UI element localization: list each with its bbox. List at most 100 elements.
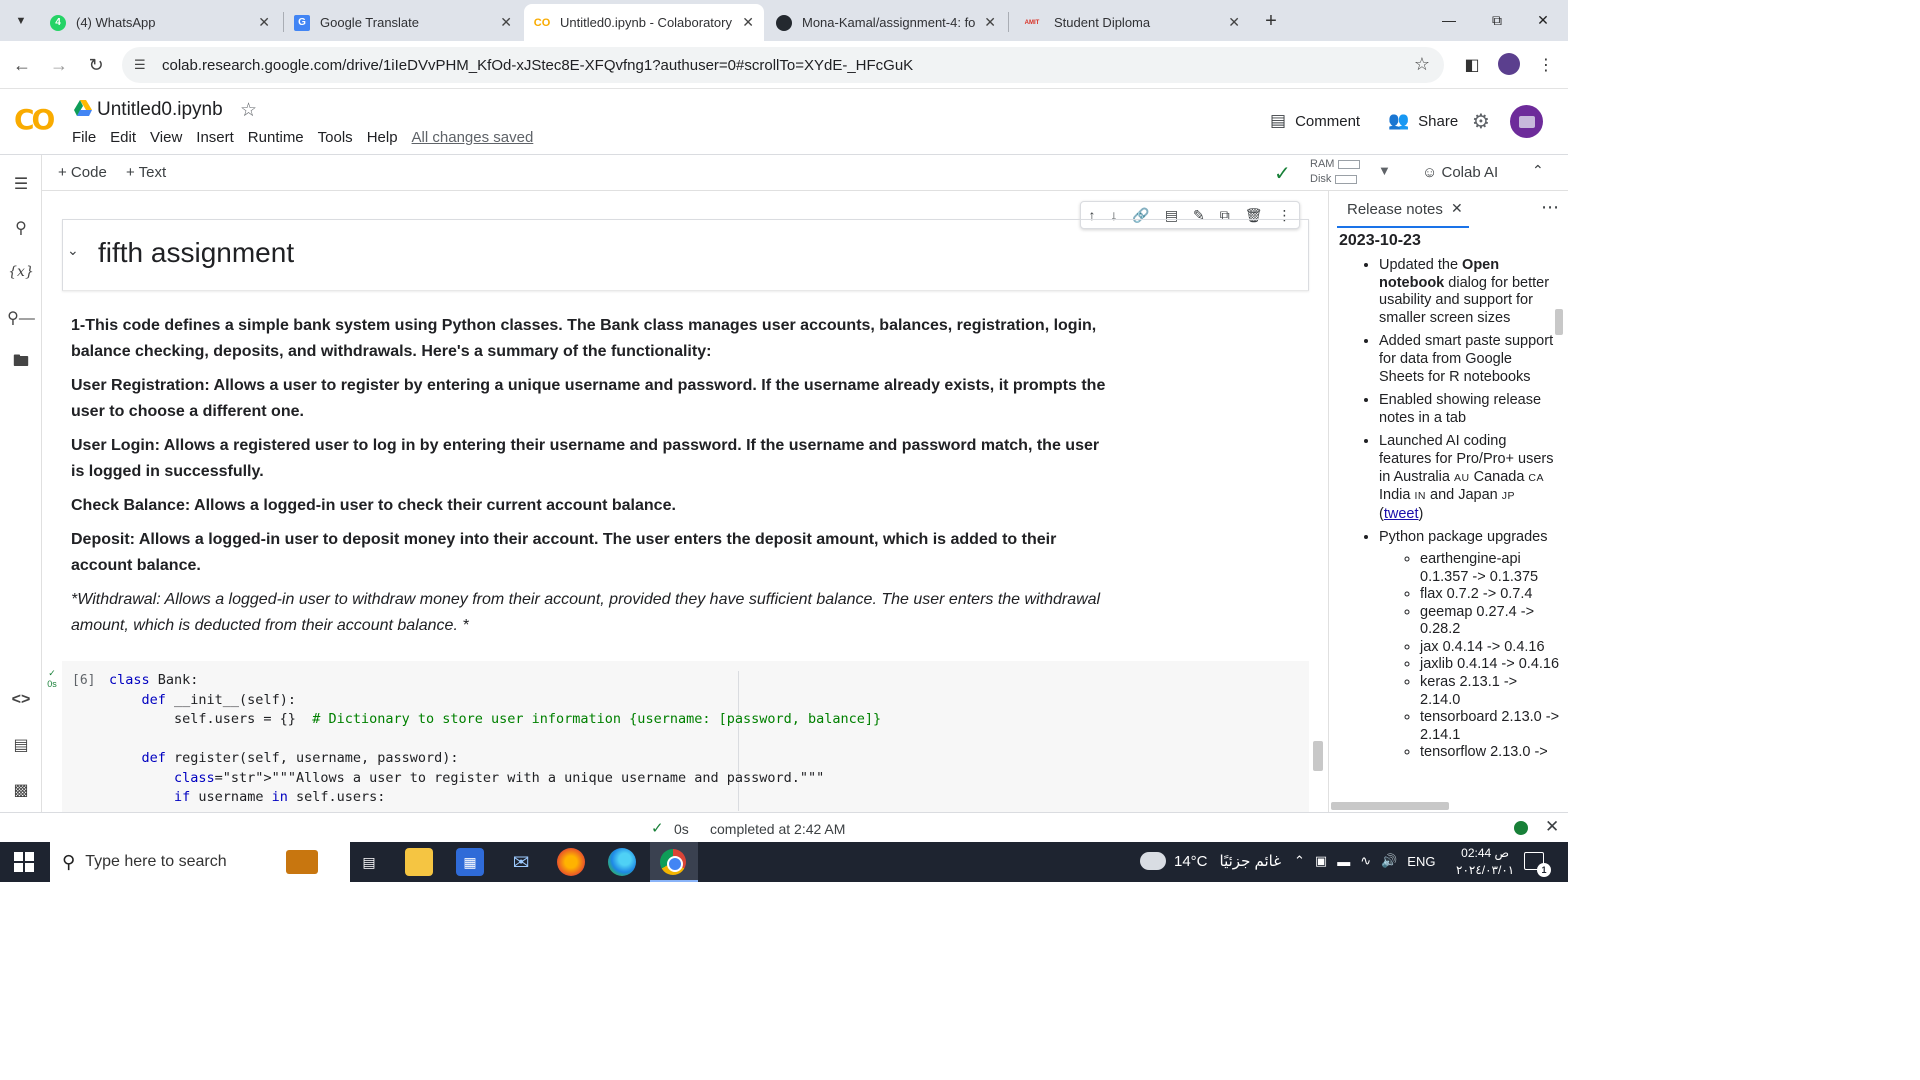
- tweet-link[interactable]: tweet: [1384, 506, 1419, 522]
- code-line[interactable]: if username in self.users:: [109, 788, 881, 808]
- status-message[interactable]: completed at 2:42 AM: [710, 821, 845, 837]
- search-icon[interactable]: ⚲: [8, 215, 34, 241]
- task-view-icon[interactable]: ▤: [355, 848, 383, 876]
- notification-center-icon[interactable]: 1: [1524, 852, 1551, 877]
- heading-text-cell[interactable]: ⌄ fifth assignment: [62, 219, 1309, 291]
- markdown-text-cell[interactable]: 1-This code defines a simple bank system…: [71, 313, 1111, 647]
- tab-google-translate[interactable]: G Google Translate ✕: [284, 4, 522, 41]
- variables-icon[interactable]: {x}: [8, 259, 34, 285]
- tab-close-icon[interactable]: ✕: [984, 14, 996, 31]
- code-editor[interactable]: class Bank: def __init__(self): self.use…: [109, 671, 881, 808]
- account-avatar[interactable]: [1510, 105, 1543, 138]
- star-icon[interactable]: ☆: [240, 99, 257, 122]
- runtime-status-dot-icon[interactable]: [1514, 821, 1528, 835]
- weather-widget[interactable]: 14°C غائم جزئيًا: [1136, 846, 1281, 870]
- meet-now-icon[interactable]: ▣: [1315, 853, 1327, 869]
- secrets-key-icon[interactable]: ⚲―: [7, 305, 35, 331]
- runtime-dropdown-icon[interactable]: ▼: [1378, 163, 1391, 178]
- code-line[interactable]: self.users = {} # Dictionary to store us…: [109, 710, 881, 730]
- omnibox[interactable]: ☰ colab.research.google.com/drive/1iIeDV…: [122, 47, 1444, 83]
- files-folder-icon[interactable]: 🖿: [8, 350, 34, 376]
- code-line[interactable]: def __init__(self):: [109, 691, 881, 711]
- save-status[interactable]: All changes saved: [412, 129, 534, 146]
- share-button[interactable]: 👥 Share: [1388, 111, 1458, 131]
- table-of-contents-icon[interactable]: ☰: [8, 171, 34, 197]
- browser-menu-icon[interactable]: ⋮: [1534, 53, 1558, 77]
- tab-github[interactable]: Mona-Kamal/assignment-4: fou ✕: [766, 4, 1006, 41]
- bookmark-star-icon[interactable]: ☆: [1414, 54, 1430, 75]
- panel-more-icon[interactable]: ⋯: [1541, 197, 1559, 218]
- scrollbar-thumb[interactable]: [1313, 741, 1323, 771]
- connected-check-icon[interactable]: ✓: [1274, 161, 1291, 186]
- code-line[interactable]: class="str">"""Allows a user to register…: [109, 769, 881, 789]
- briefcase-icon[interactable]: [286, 850, 318, 874]
- window-close-icon[interactable]: ✕: [1520, 0, 1566, 40]
- menu-tools[interactable]: Tools: [318, 129, 353, 146]
- code-line[interactable]: def register(self, username, password):: [109, 749, 881, 769]
- tab-close-icon[interactable]: ✕: [742, 14, 754, 31]
- release-notes-tab[interactable]: Release notes: [1347, 201, 1443, 218]
- tab-search-chevron-icon[interactable]: ▼: [8, 8, 34, 34]
- side-panel-icon[interactable]: ◧: [1460, 53, 1484, 77]
- volume-icon[interactable]: 🔊: [1381, 853, 1397, 869]
- forward-arrow-icon[interactable]: →: [45, 51, 73, 79]
- restore-icon[interactable]: ⧉: [1474, 0, 1520, 40]
- tab-student-diploma[interactable]: AMIT Student Diploma ✕: [1010, 4, 1250, 41]
- menu-edit[interactable]: Edit: [110, 129, 136, 146]
- notebook-title[interactable]: Untitled0.ipynb: [97, 99, 223, 121]
- cell-run-status[interactable]: ✓ 0s: [42, 668, 62, 689]
- note-text: Canada: [1469, 468, 1529, 485]
- panel-horizontal-scrollbar[interactable]: [1331, 802, 1449, 810]
- command-palette-icon[interactable]: ▤: [8, 732, 34, 758]
- colab-logo[interactable]: CO: [14, 103, 58, 136]
- notebook-scrollbar[interactable]: [1313, 191, 1323, 812]
- menu-view[interactable]: View: [150, 129, 182, 146]
- tab-close-icon[interactable]: ✕: [500, 14, 512, 31]
- taskbar-clock[interactable]: 02:44 ص ٢٠٢٤/٠٣/٠١: [1456, 845, 1514, 879]
- tray-chevron-up-icon[interactable]: ⌃: [1294, 853, 1305, 869]
- tab-close-icon[interactable]: ✕: [1228, 14, 1240, 31]
- release-notes-list: Updated the Open notebook dialog for bet…: [1339, 257, 1561, 762]
- code-line[interactable]: [109, 730, 881, 750]
- tab-whatsapp[interactable]: 4 (4) WhatsApp ✕: [40, 4, 280, 41]
- edge-icon[interactable]: [608, 848, 636, 876]
- file-explorer-icon[interactable]: [405, 848, 433, 876]
- menu-runtime[interactable]: Runtime: [248, 129, 304, 146]
- add-code-button[interactable]: + Code: [58, 164, 107, 181]
- minimize-icon[interactable]: —: [1426, 0, 1472, 40]
- code-snippets-icon[interactable]: <>: [8, 687, 34, 713]
- github-icon: [776, 14, 792, 31]
- tab-colab[interactable]: CO Untitled0.ipynb - Colaboratory ✕: [524, 4, 764, 41]
- profile-avatar[interactable]: [1498, 53, 1520, 75]
- colab-ai-button[interactable]: ☺ Colab AI: [1422, 164, 1498, 181]
- menu-help[interactable]: Help: [367, 129, 398, 146]
- code-line[interactable]: class Bank:: [109, 671, 881, 691]
- new-tab-plus-icon[interactable]: +: [1258, 8, 1284, 34]
- mail-icon[interactable]: ✉: [507, 848, 535, 876]
- comment-button[interactable]: ▤ Comment: [1270, 111, 1360, 131]
- microsoft-store-icon[interactable]: ▦: [456, 848, 484, 876]
- wifi-icon[interactable]: ∿: [1360, 853, 1371, 869]
- back-arrow-icon[interactable]: ←: [8, 51, 36, 79]
- terminal-icon[interactable]: ▩: [8, 777, 34, 803]
- settings-gear-icon[interactable]: ⚙: [1472, 109, 1490, 134]
- ram-disk-indicator[interactable]: RAM Disk: [1310, 157, 1361, 187]
- add-text-button[interactable]: + Text: [126, 164, 166, 181]
- windows-start-icon[interactable]: [14, 852, 34, 872]
- chrome-icon[interactable]: [660, 849, 686, 875]
- release-notes-close-icon[interactable]: ✕: [1451, 200, 1463, 217]
- collapse-chevron-up-icon[interactable]: ⌃: [1532, 162, 1544, 179]
- taskbar-search-box[interactable]: ⚲ Type here to search: [50, 842, 350, 882]
- menu-file[interactable]: File: [72, 129, 96, 146]
- collapse-section-chevron-icon[interactable]: ⌄: [67, 242, 79, 259]
- firefox-icon[interactable]: [557, 848, 585, 876]
- status-close-icon[interactable]: ✕: [1545, 817, 1559, 837]
- url-text[interactable]: colab.research.google.com/drive/1iIeDVvP…: [162, 57, 913, 74]
- battery-icon[interactable]: ▬: [1337, 854, 1350, 869]
- panel-vertical-scrollbar[interactable]: [1555, 309, 1563, 335]
- menu-insert[interactable]: Insert: [196, 129, 234, 146]
- input-language[interactable]: ENG: [1407, 854, 1435, 869]
- tab-close-icon[interactable]: ✕: [258, 14, 270, 31]
- reload-icon[interactable]: ↻: [82, 51, 110, 79]
- site-settings-icon[interactable]: ☰: [134, 57, 154, 73]
